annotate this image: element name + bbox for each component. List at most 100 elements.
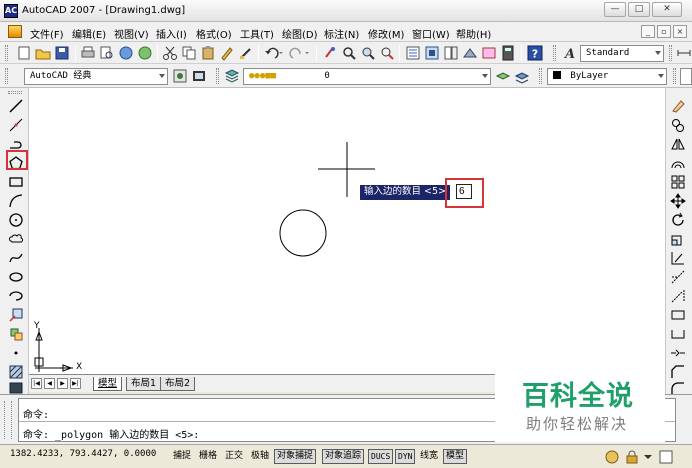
- close-button[interactable]: ✕: [652, 2, 682, 17]
- dyn-toggle[interactable]: DYN: [395, 449, 416, 464]
- minimize-button[interactable]: —: [604, 2, 626, 17]
- osnap-toggle[interactable]: 对象捕捉: [274, 449, 317, 464]
- grid-toggle[interactable]: 栅格: [196, 449, 220, 464]
- drawn-circle[interactable]: [279, 209, 327, 257]
- doc-restore-button[interactable]: ▫: [657, 25, 671, 38]
- ortho-toggle[interactable]: 正交: [222, 449, 246, 464]
- paste-icon[interactable]: [200, 45, 216, 61]
- tab-last-button[interactable]: ▶|: [70, 378, 81, 389]
- layer-previous-icon[interactable]: [514, 68, 530, 84]
- tab-layout1[interactable]: 布局1: [126, 377, 162, 391]
- make-object-layer-current-icon[interactable]: [495, 68, 511, 84]
- 3d-dwf-icon[interactable]: [137, 45, 153, 61]
- ellipse-icon[interactable]: [8, 269, 24, 285]
- tool-palettes-icon[interactable]: [443, 45, 459, 61]
- zoom-previous-icon[interactable]: [379, 45, 395, 61]
- erase-icon[interactable]: [670, 98, 686, 114]
- point-icon[interactable]: [8, 345, 24, 361]
- spline-icon[interactable]: [8, 250, 24, 266]
- mirror-icon[interactable]: [670, 136, 686, 152]
- revision-cloud-icon[interactable]: [8, 231, 24, 247]
- polar-toggle[interactable]: 极轴: [248, 449, 272, 464]
- doc-close-button[interactable]: ×: [673, 25, 687, 38]
- toolbar-grip[interactable]: [669, 45, 672, 61]
- linetype-combo[interactable]: [680, 68, 692, 85]
- cut-icon[interactable]: [162, 45, 178, 61]
- block-editor-icon[interactable]: [238, 45, 254, 61]
- tab-prev-button[interactable]: ◀: [44, 378, 55, 389]
- drawing-canvas[interactable]: Y X: [29, 88, 665, 374]
- match-properties-icon[interactable]: [219, 45, 235, 61]
- join-icon[interactable]: [670, 345, 686, 361]
- menu-tools[interactable]: 工具(T): [240, 26, 274, 41]
- offset-icon[interactable]: [670, 155, 686, 171]
- ducs-toggle[interactable]: DUCS: [368, 449, 394, 464]
- command-window-grip[interactable]: [4, 401, 12, 439]
- menu-edit[interactable]: 编辑(E): [72, 26, 106, 41]
- markup-set-manager-icon[interactable]: [481, 45, 497, 61]
- plot-preview-icon[interactable]: [99, 45, 115, 61]
- chevron-down-icon[interactable]: [644, 453, 652, 461]
- menu-insert[interactable]: 插入(I): [156, 26, 187, 41]
- dynamic-input-field[interactable]: 6: [456, 184, 472, 199]
- make-block-icon[interactable]: [8, 326, 24, 342]
- print-icon[interactable]: [80, 45, 96, 61]
- menu-draw[interactable]: 绘图(D): [282, 26, 318, 41]
- toolbar-grip[interactable]: [8, 91, 22, 94]
- menu-help[interactable]: 帮助(H): [456, 26, 491, 41]
- save-icon[interactable]: [54, 45, 70, 61]
- menu-format[interactable]: 格式(O): [196, 26, 232, 41]
- toolbar-grip[interactable]: [673, 68, 676, 84]
- workspace-combo[interactable]: AutoCAD 经典: [24, 68, 168, 85]
- hatch-icon[interactable]: [8, 364, 24, 380]
- color-combo[interactable]: ByLayer: [547, 68, 667, 85]
- autocad-app-icon[interactable]: AC: [4, 4, 18, 18]
- arc-icon[interactable]: [8, 193, 24, 209]
- model-toggle[interactable]: 模型: [443, 449, 468, 464]
- help-icon[interactable]: ?: [527, 45, 543, 61]
- menu-window[interactable]: 窗口(W): [412, 26, 450, 41]
- menu-file[interactable]: 文件(F): [30, 26, 64, 41]
- break-at-point-icon[interactable]: [670, 307, 686, 323]
- dim-style-icon[interactable]: [676, 45, 692, 61]
- stretch-icon[interactable]: [670, 250, 686, 266]
- tab-layout2[interactable]: 布局2: [160, 377, 196, 391]
- design-center-icon[interactable]: [424, 45, 440, 61]
- open-file-icon[interactable]: [35, 45, 51, 61]
- array-icon[interactable]: [670, 174, 686, 190]
- layer-properties-icon[interactable]: [224, 68, 240, 84]
- workspace-settings-icon[interactable]: [172, 68, 188, 84]
- zoom-window-icon[interactable]: [360, 45, 376, 61]
- toolbar-lock-icon[interactable]: [624, 449, 640, 465]
- cursor-coordinates[interactable]: 1382.4233, 793.4427, 0.0000: [10, 449, 156, 459]
- doc-minimize-button[interactable]: _: [641, 25, 655, 38]
- tab-next-button[interactable]: ▶: [57, 378, 68, 389]
- extend-icon[interactable]: [670, 288, 686, 304]
- tab-model[interactable]: 模型: [93, 377, 123, 391]
- trim-icon[interactable]: [670, 269, 686, 285]
- move-icon[interactable]: [670, 193, 686, 209]
- redo-icon[interactable]: [289, 45, 311, 61]
- lineweight-toggle[interactable]: 线宽: [417, 449, 441, 464]
- scale-icon[interactable]: [670, 231, 686, 247]
- chamfer-icon[interactable]: [670, 364, 686, 380]
- zoom-realtime-icon[interactable]: [341, 45, 357, 61]
- my-workspace-icon[interactable]: [191, 68, 207, 84]
- sheet-set-manager-icon[interactable]: [462, 45, 478, 61]
- document-icon[interactable]: [8, 25, 22, 38]
- otrack-toggle[interactable]: 对象追踪: [322, 449, 365, 464]
- quickcalc-icon[interactable]: [500, 45, 516, 61]
- ellipse-arc-icon[interactable]: [8, 288, 24, 304]
- copy-object-icon[interactable]: [670, 117, 686, 133]
- publish-icon[interactable]: [118, 45, 134, 61]
- menu-view[interactable]: 视图(V): [114, 26, 149, 41]
- text-style-icon[interactable]: A: [562, 45, 578, 61]
- menu-modify[interactable]: 修改(M): [368, 26, 404, 41]
- insert-block-icon[interactable]: [8, 307, 24, 323]
- undo-icon[interactable]: [263, 45, 285, 61]
- clean-screen-icon[interactable]: [658, 449, 674, 465]
- communication-center-icon[interactable]: [604, 449, 620, 465]
- pan-realtime-icon[interactable]: [322, 45, 338, 61]
- properties-icon[interactable]: [405, 45, 421, 61]
- toolbar-grip[interactable]: [216, 68, 219, 84]
